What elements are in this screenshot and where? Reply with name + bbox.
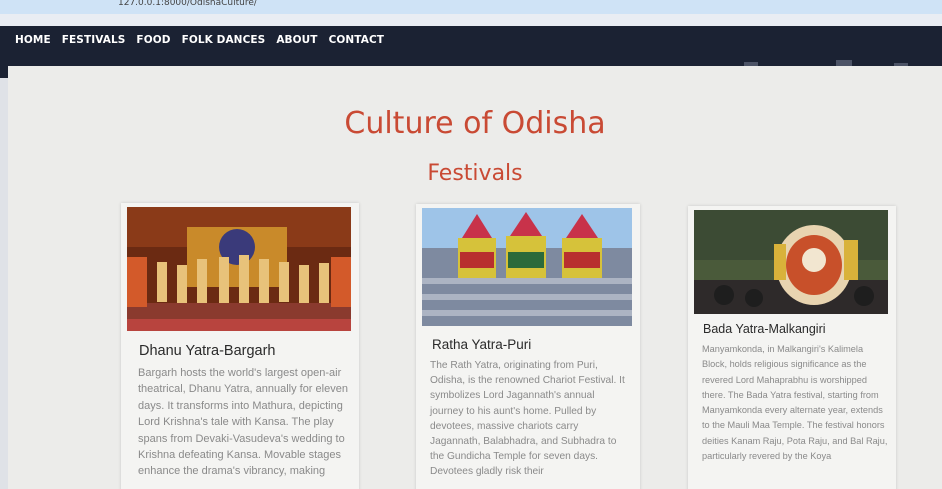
festival-description: Bargarh hosts the world's largest open-a… bbox=[138, 367, 348, 478]
festival-title: Dhanu Yatra-Bargarh bbox=[139, 343, 276, 359]
festival-description: Manyamkonda, in Malkangiri's Kalimela Bl… bbox=[702, 344, 888, 462]
main-content: Culture of Odisha Festivals Dhanu Yatra-… bbox=[8, 66, 942, 489]
nav-links: HOME FESTIVALS FOOD FOLK DANCES ABOUT CO… bbox=[15, 34, 384, 46]
festival-image bbox=[694, 210, 888, 314]
nav-festivals[interactable]: FESTIVALS bbox=[62, 34, 126, 46]
festival-title: Ratha Yatra-Puri bbox=[432, 337, 532, 352]
nav-food[interactable]: FOOD bbox=[136, 34, 170, 46]
festival-title: Bada Yatra-Malkangiri bbox=[703, 322, 826, 336]
festival-card-ratha-yatra[interactable]: Ratha Yatra-Puri The Rath Yatra, origina… bbox=[416, 204, 640, 489]
festival-image bbox=[422, 208, 632, 326]
section-title: Festivals bbox=[427, 161, 523, 186]
festival-card-dhanu-yatra[interactable]: Dhanu Yatra-Bargarh Bargarh hosts the wo… bbox=[121, 203, 359, 489]
page-title: Culture of Odisha bbox=[344, 106, 606, 141]
festival-card-bada-yatra[interactable]: Bada Yatra-Malkangiri Manyamkonda, in Ma… bbox=[688, 206, 896, 489]
festival-description: The Rath Yatra, originating from Puri, O… bbox=[430, 360, 625, 478]
nav-folk-dances[interactable]: FOLK DANCES bbox=[182, 34, 266, 46]
url-text[interactable]: 127.0.0.1:8000/OdishaCulture/ bbox=[118, 0, 257, 8]
nav-home[interactable]: HOME bbox=[15, 34, 51, 46]
nav-about[interactable]: ABOUT bbox=[276, 34, 317, 46]
festival-image bbox=[127, 207, 351, 331]
browser-address-bar[interactable]: 127.0.0.1:8000/OdishaCulture/ bbox=[0, 0, 942, 14]
nav-contact[interactable]: CONTACT bbox=[329, 34, 384, 46]
